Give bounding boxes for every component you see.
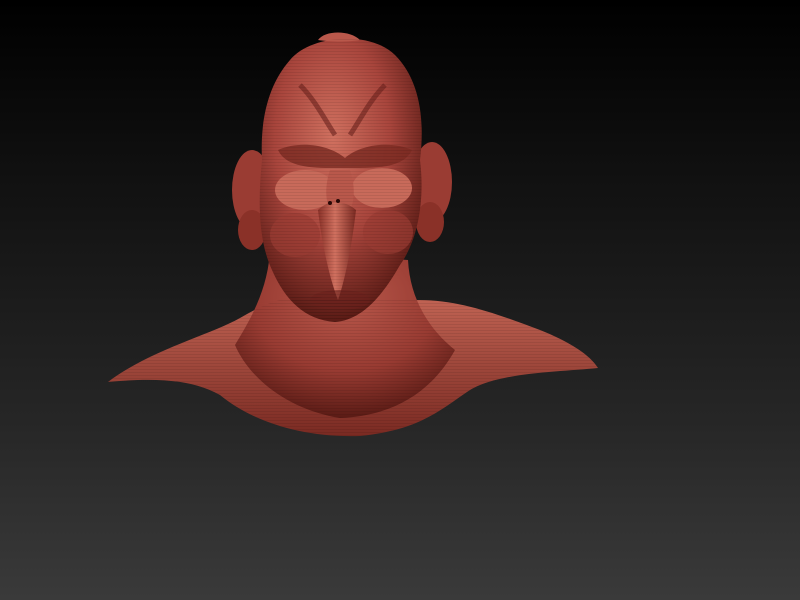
sculpted-bust-model[interactable] (0, 0, 800, 600)
right-ear-lower (416, 202, 444, 242)
sculpt-viewport[interactable] (0, 0, 800, 600)
